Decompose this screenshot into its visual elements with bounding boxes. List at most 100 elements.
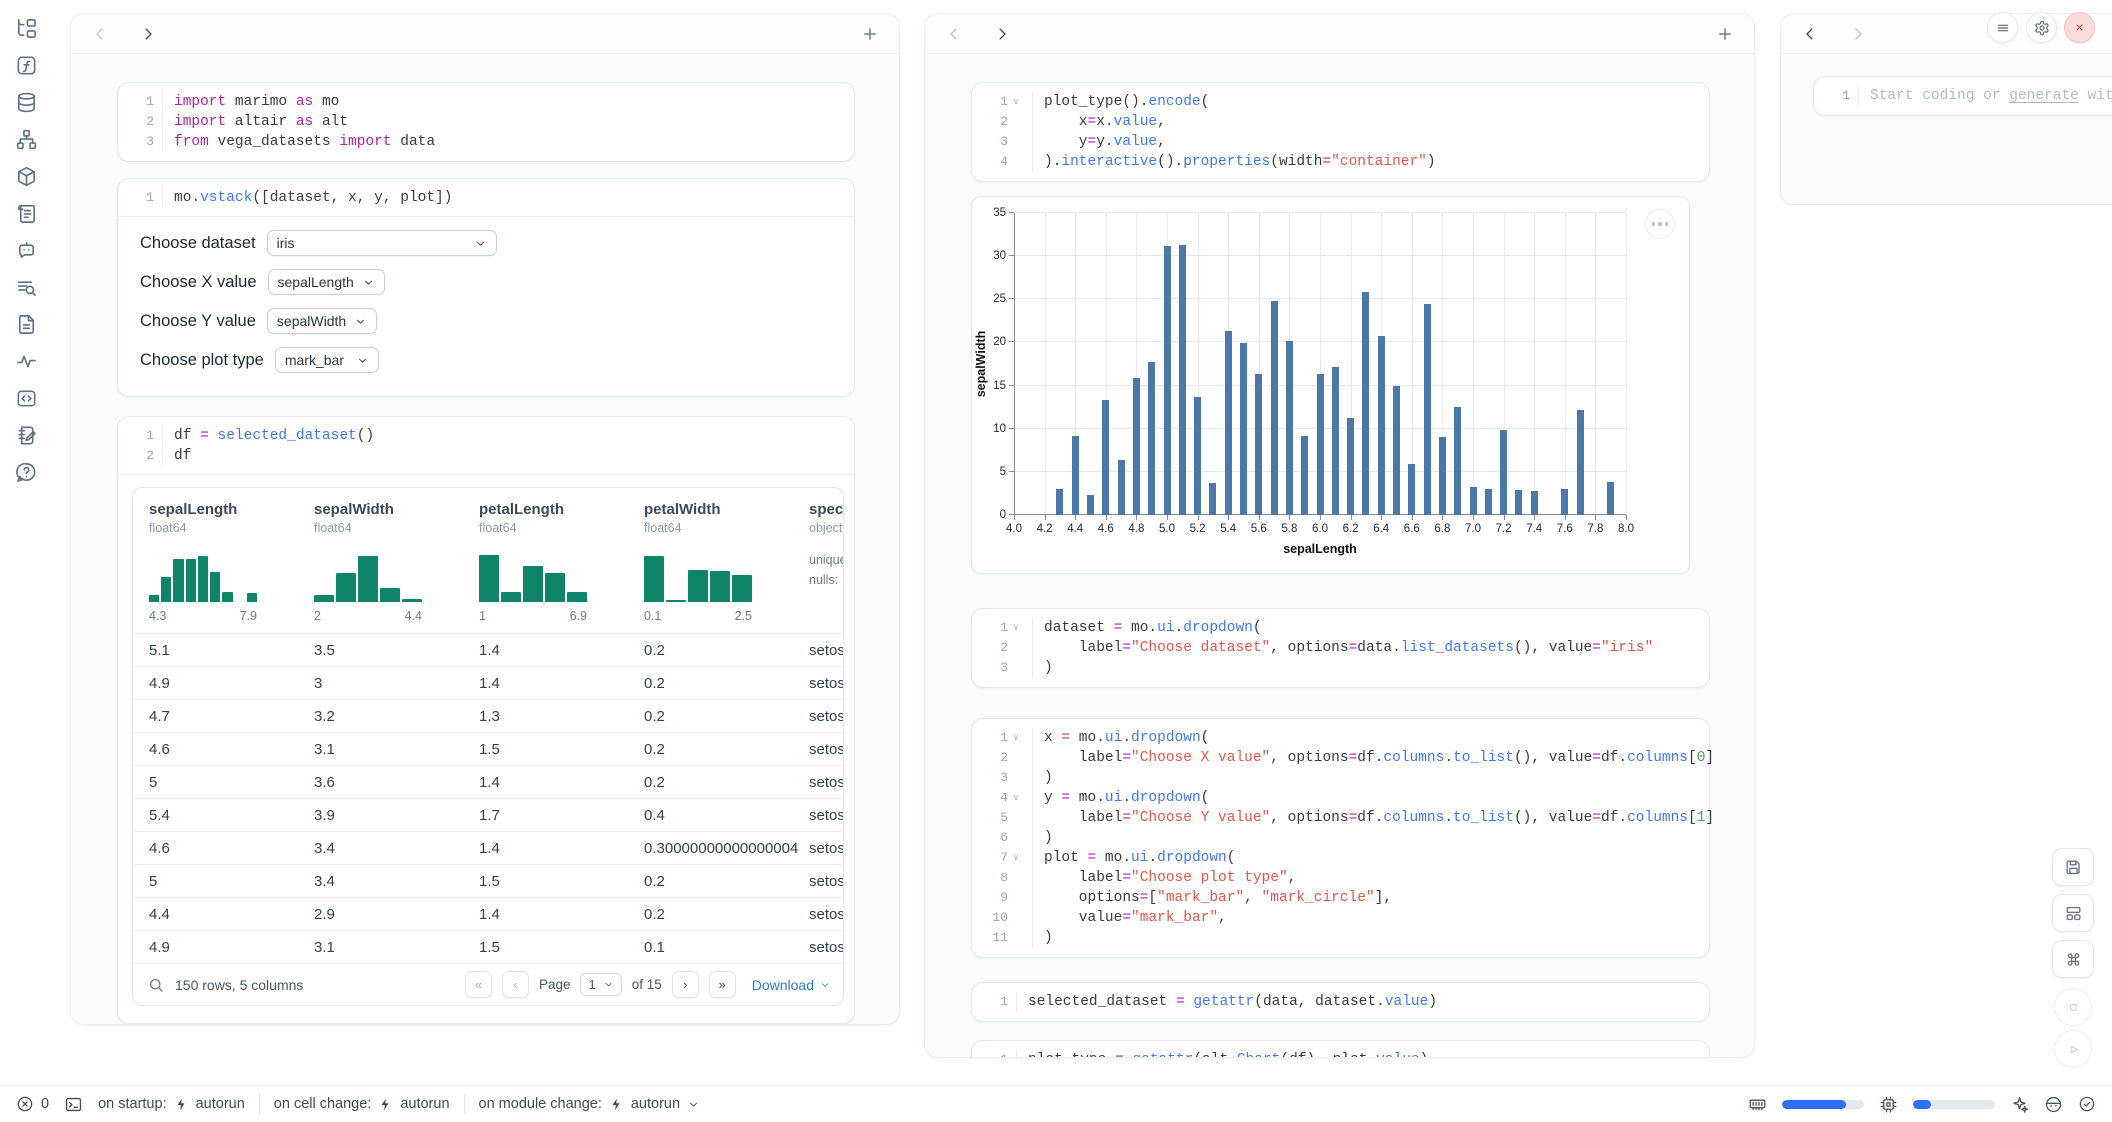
fold-arrow-icon[interactable]: ∨ (1008, 788, 1024, 808)
table-cell: 4.7 (149, 708, 314, 725)
stop-button[interactable] (2054, 988, 2092, 1026)
column-next-icon[interactable] (139, 25, 157, 43)
table-row[interactable]: 5.13.51.40.2setosa (133, 633, 843, 666)
packages-icon[interactable] (15, 164, 39, 188)
column-header[interactable]: sepalWidthfloat6424.4 (314, 501, 479, 623)
run-button[interactable] (2054, 1030, 2092, 1068)
table-row[interactable]: 53.41.50.2setosa (133, 864, 843, 897)
table-row[interactable]: 53.61.40.2setosa (133, 765, 843, 798)
line-number: 8 (982, 868, 1008, 888)
table-cell: 0.2 (644, 741, 809, 758)
add-cell-icon[interactable] (861, 25, 879, 43)
layout-toggle-button[interactable] (2052, 894, 2094, 932)
help-icon[interactable] (15, 460, 39, 484)
imports-cell[interactable]: 1import marimo as mo2import altair as al… (117, 82, 855, 162)
table-row[interactable]: 4.63.11.50.2setosa (133, 732, 843, 765)
terminal-icon[interactable] (64, 1095, 83, 1114)
error-count-indicator[interactable]: 0 (16, 1095, 49, 1113)
generate-with-ai-link[interactable]: generate (2009, 88, 2079, 104)
column-next-icon[interactable] (993, 25, 1011, 43)
snippets-icon[interactable] (15, 386, 39, 410)
column-header[interactable]: speciesobjectuniquenulls: (809, 501, 843, 623)
table-row[interactable]: 4.931.40.2setosa (133, 666, 843, 699)
datasources-icon[interactable] (15, 90, 39, 114)
column-prev-icon[interactable] (91, 25, 109, 43)
column-prev-icon[interactable] (1801, 25, 1819, 43)
code-line: 1import marimo as mo (128, 92, 840, 112)
memory-usage-meter (1782, 1100, 1864, 1109)
column-header[interactable]: petalWidthfloat640.12.5 (644, 501, 809, 623)
empty-cell[interactable]: 1 Start coding or generate with AI. (1813, 76, 2112, 116)
column-prev-icon[interactable] (945, 25, 963, 43)
page-select[interactable]: 1 (580, 973, 621, 996)
assistant-icon[interactable] (2044, 1095, 2063, 1114)
dropdown-select[interactable]: sepalLength (268, 269, 385, 295)
code-line: 3) (982, 658, 1695, 678)
column-1-header (71, 14, 899, 54)
save-button[interactable] (2052, 848, 2094, 886)
chat-icon[interactable] (15, 238, 39, 262)
next-page-button[interactable]: › (672, 971, 699, 998)
column-next-icon[interactable] (1849, 25, 1867, 43)
functions-icon[interactable] (15, 53, 39, 77)
plot-cell[interactable]: 1∨plot_type().encode(2 x=x.value,3 y=y.v… (971, 82, 1710, 182)
add-cell-icon[interactable] (1716, 25, 1734, 43)
keyboard-shortcuts-button[interactable] (2052, 940, 2094, 978)
notebook-column-3: 1 Start coding or generate with AI. (1780, 13, 2112, 205)
chart-actions-icon[interactable] (1645, 209, 1675, 239)
column-header[interactable]: petalLengthfloat6416.9 (479, 501, 644, 623)
table-cell: 3.9 (314, 807, 479, 824)
documentation-icon[interactable] (15, 312, 39, 336)
chart-bar (1072, 436, 1079, 515)
bolt-icon (609, 1097, 624, 1112)
close-icon[interactable] (2064, 12, 2095, 43)
tracing-icon[interactable] (15, 349, 39, 373)
x-axis-tick-label: 6.6 (1404, 523, 1420, 535)
vstack-code[interactable]: 1mo.vstack([dataset, x, y, plot]) (128, 188, 840, 208)
table-cell: 1.5 (479, 873, 644, 890)
table-row[interactable]: 4.63.41.40.30000000000000004setosa (133, 831, 843, 864)
sparkles-ai-icon[interactable] (2010, 1095, 2029, 1114)
table-row[interactable]: 4.93.11.50.1setosa (133, 930, 843, 963)
selected-dataset-cell[interactable]: 1selected_dataset = getattr(data, datase… (971, 982, 1710, 1022)
autorun-setting[interactable]: on cell change:autorun (274, 1096, 450, 1112)
first-page-button[interactable]: « (465, 971, 492, 998)
dropdown-control-row: Choose Y valuesepalWidth (140, 308, 840, 334)
column-header[interactable]: sepalLengthfloat644.37.9 (149, 501, 314, 623)
line-number: 3 (982, 658, 1008, 678)
fold-arrow-icon[interactable]: ∨ (1008, 728, 1024, 748)
plot-type-cell[interactable]: 1plot_type = getattr(alt.Chart(df), plot… (971, 1040, 1710, 1058)
table-cell: setosa (809, 807, 843, 824)
dropdown-select[interactable]: mark_bar (275, 347, 379, 373)
download-button[interactable]: Download (752, 977, 831, 993)
table-cell: 4.4 (149, 906, 314, 923)
prev-page-button[interactable]: ‹ (502, 971, 529, 998)
scratchpad-icon[interactable] (15, 423, 39, 447)
scripts-icon[interactable] (15, 201, 39, 225)
autorun-setting[interactable]: on module change:autorun (479, 1096, 701, 1112)
autorun-setting[interactable]: on startup:autorun (98, 1096, 245, 1112)
dependency-graph-icon[interactable] (15, 127, 39, 151)
chart-bar (1515, 490, 1522, 515)
settings-gear-icon[interactable] (2026, 12, 2057, 43)
last-page-button[interactable]: » (709, 971, 736, 998)
fold-arrow-icon[interactable]: ∨ (1008, 618, 1024, 638)
chart-bar (1500, 430, 1507, 515)
search-icon[interactable] (147, 976, 165, 994)
table-footer: 150 rows, 5 columns « ‹ Page 1 of 15 › »… (133, 963, 843, 1005)
dataframe-code[interactable]: 1df = selected_dataset()2df (128, 426, 840, 466)
dataset-dropdown-cell[interactable]: 1∨dataset = mo.ui.dropdown(2 label="Choo… (971, 608, 1710, 688)
table-cell: 3.6 (314, 774, 479, 791)
xy-plot-dropdown-cell[interactable]: 1∨x = mo.ui.dropdown(2 label="Choose X v… (971, 718, 1710, 958)
table-row[interactable]: 4.42.91.40.2setosa (133, 897, 843, 930)
fold-arrow-icon[interactable]: ∨ (1008, 848, 1024, 868)
table-row[interactable]: 5.43.91.70.4setosa (133, 798, 843, 831)
notebook-menu-icon[interactable] (1987, 12, 2018, 43)
dropdown-select[interactable]: sepalWidth (267, 308, 377, 334)
logs-icon[interactable] (15, 275, 39, 299)
file-explorer-icon[interactable] (15, 16, 39, 40)
dropdown-select[interactable]: iris (267, 230, 497, 256)
line-number: 2 (982, 748, 1008, 768)
table-row[interactable]: 4.73.21.30.2setosa (133, 699, 843, 732)
fold-arrow-icon[interactable]: ∨ (1008, 92, 1024, 112)
